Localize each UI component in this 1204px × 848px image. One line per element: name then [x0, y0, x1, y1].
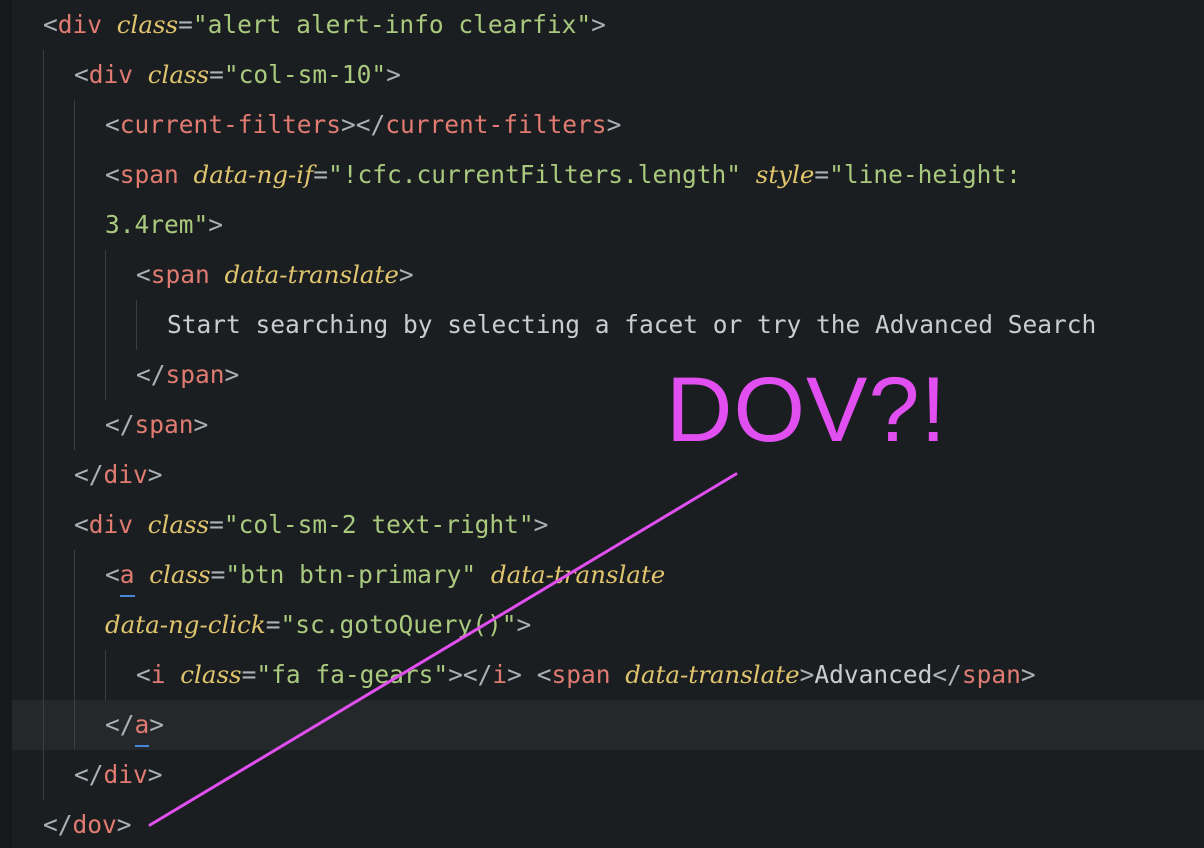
tag-name: span — [551, 660, 611, 689]
attribute-value: "col-sm-2 text-right" — [223, 510, 534, 539]
editor-gutter — [0, 0, 12, 848]
tag-name: span — [961, 660, 1021, 689]
code-line[interactable]: <span data-ng-if="!cfc.currentFilters.le… — [105, 150, 1021, 200]
attribute-name: class — [116, 10, 179, 39]
tag-name: a — [134, 710, 150, 739]
code-line[interactable]: <div class="col-sm-2 text-right"> — [74, 500, 548, 550]
attribute-value: "sc.gotoQuery()" — [280, 610, 517, 639]
code-line[interactable]: </span> — [105, 400, 208, 450]
indent-guide — [43, 50, 44, 800]
tag-name: current-filters — [385, 110, 607, 139]
attribute-name: data-translate — [625, 660, 800, 689]
attribute-value: 3.4rem" — [105, 210, 209, 239]
annotation-label: DOV?! — [666, 359, 948, 461]
attribute-name: data-ng-click — [105, 610, 266, 639]
code-line[interactable]: </div> — [74, 750, 163, 800]
code-line[interactable]: <div class="col-sm-10"> — [74, 50, 401, 100]
tag-name: current-filters — [119, 110, 342, 139]
tag-name: i — [150, 660, 166, 689]
attribute-name: class — [147, 60, 210, 89]
tag-name: span — [134, 410, 194, 439]
code-line[interactable]: </div> — [74, 450, 163, 500]
code-line[interactable]: <i class="fa fa-gears"></i> <span data-t… — [136, 650, 1036, 700]
attribute-value: "btn btn-primary" — [225, 560, 477, 589]
attribute-name: style — [755, 160, 815, 189]
indent-guide — [136, 300, 137, 350]
attribute-name: class — [149, 560, 211, 589]
attribute-name: class — [147, 510, 210, 539]
tag-name: div — [57, 10, 103, 39]
code-editor[interactable]: <div class="alert alert-info clearfix"> … — [0, 0, 1204, 848]
tag-name: div — [88, 60, 134, 89]
attribute-value: "!cfc.currentFilters.length" — [327, 160, 741, 189]
code-line-active[interactable]: </a> — [105, 700, 164, 750]
tag-name: dov — [72, 810, 117, 839]
indent-guide — [105, 650, 106, 700]
code-line[interactable]: <span data-translate> — [136, 250, 414, 300]
tag-name: span — [150, 260, 210, 289]
attribute-name: data-translate — [224, 260, 399, 289]
attribute-value: "line-height: — [829, 160, 1021, 189]
code-line[interactable]: </span> — [136, 350, 239, 400]
code-line-wrapped[interactable]: 3.4rem"> — [105, 200, 223, 250]
attribute-value: "col-sm-10" — [223, 60, 387, 89]
attribute-value: "alert alert-info clearfix" — [192, 10, 592, 39]
attribute-name: data-ng-if — [193, 160, 314, 189]
indent-guide — [105, 250, 106, 400]
tag-name: i — [492, 660, 508, 689]
code-line[interactable]: <a class="btn btn-primary" data-translat… — [105, 550, 665, 600]
tag-name: a — [119, 560, 135, 589]
tag-name: div — [88, 510, 134, 539]
tag-name: span — [165, 360, 225, 389]
attribute-value: "fa fa-gears" — [256, 660, 449, 689]
attribute-name: class — [180, 660, 242, 689]
attribute-name: data-translate — [490, 560, 666, 589]
tag-name: div — [103, 460, 148, 489]
active-line-highlight — [12, 700, 1204, 750]
indent-guide — [74, 100, 75, 450]
code-line[interactable]: </dov> — [43, 800, 132, 848]
text-content: Advanced — [814, 660, 933, 689]
code-line[interactable]: <current-filters></current-filters> — [105, 100, 621, 150]
indent-guide — [74, 550, 75, 750]
code-line-wrapped[interactable]: data-ng-click="sc.gotoQuery()"> — [105, 600, 531, 650]
code-line[interactable]: <div class="alert alert-info clearfix"> — [43, 0, 606, 50]
text-content: Start searching by selecting a facet or … — [167, 310, 1097, 339]
code-line[interactable]: Start searching by selecting a facet or … — [167, 300, 1096, 350]
tag-name: span — [119, 160, 179, 189]
tag-name: div — [103, 760, 148, 789]
